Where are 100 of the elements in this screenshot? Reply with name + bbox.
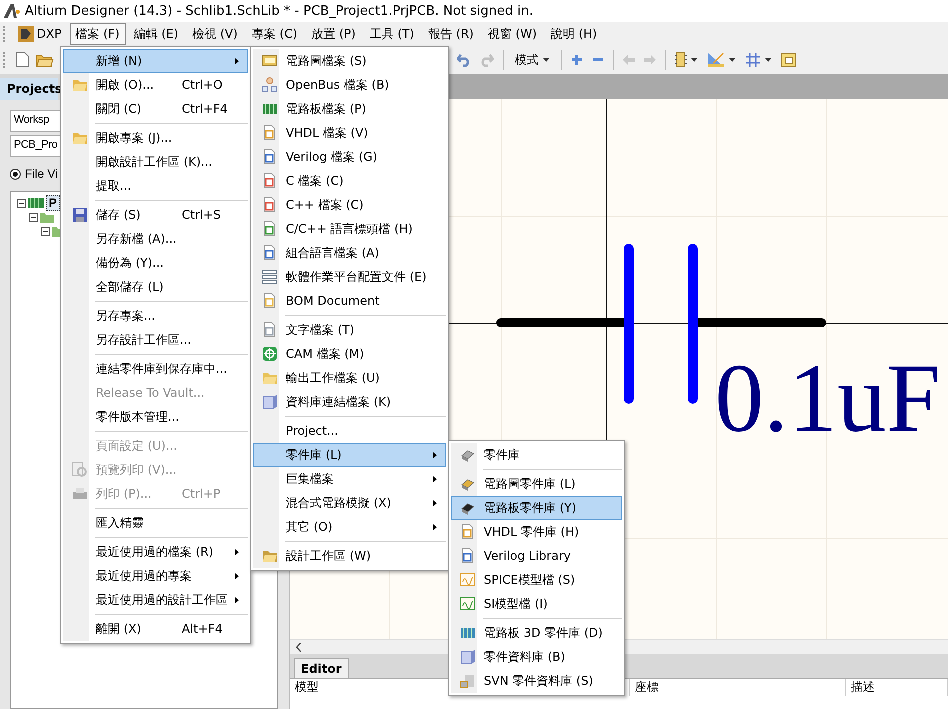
column-header[interactable]: 座標: [630, 679, 846, 696]
new-document-icon[interactable]: [16, 52, 30, 68]
database-icon: [262, 394, 278, 410]
menu-item[interactable]: 軟體作業平台配置文件 (E): [253, 265, 446, 289]
menu-item[interactable]: 儲存 (S) Ctrl+S: [63, 203, 248, 227]
printer-icon: [72, 486, 88, 502]
menu-item[interactable]: 電路圖檔案 (S): [253, 49, 446, 73]
menu-item[interactable]: 電路板檔案 (P): [253, 97, 446, 121]
menu-item[interactable]: 備份為 (Y)...: [63, 251, 248, 275]
menu-item[interactable]: SPICE模型檔 (S): [451, 568, 622, 592]
menu-item[interactable]: 電路板零件庫 (Y): [451, 496, 622, 520]
menu-item[interactable]: 零件資料庫 (B): [451, 645, 622, 669]
menu-item[interactable]: SVN 零件資料庫 (S): [451, 669, 622, 693]
dxp-icon: [18, 26, 34, 42]
column-header[interactable]: 描述: [846, 679, 948, 696]
submenu-arrow-icon: [235, 58, 239, 65]
menu-bar-item[interactable]: 放置 (P): [306, 23, 362, 45]
menu-item[interactable]: C/C++ 語言標頭檔 (H): [253, 217, 446, 241]
menu-item[interactable]: 最近使用過的設計工作區: [63, 588, 248, 612]
menu-item[interactable]: 其它 (O): [253, 515, 446, 539]
menu-item[interactable]: 電路圖零件庫 (L): [451, 472, 622, 496]
menu-bar-item[interactable]: 工具 (T): [364, 23, 420, 45]
menu-item[interactable]: 新增 (N): [63, 49, 248, 73]
tree-expander-icon[interactable]: [29, 212, 38, 222]
menu-item[interactable]: 零件庫: [451, 443, 622, 467]
menu-item[interactable]: CAM 檔案 (M): [253, 342, 446, 366]
menu-item[interactable]: VHDL 零件庫 (H): [451, 520, 622, 544]
menu-item[interactable]: 設計工作區 (W): [253, 544, 446, 568]
menu-item[interactable]: 另存專案...: [63, 304, 248, 328]
app-logo-icon: [3, 3, 21, 19]
tree-item[interactable]: P: [46, 195, 60, 211]
document-icon: [262, 197, 278, 213]
scroll-left-icon[interactable]: [296, 642, 302, 652]
menu-item[interactable]: 開啟設計工作區 (K)...: [63, 150, 248, 174]
zoom-in-icon[interactable]: [571, 54, 583, 66]
folder-icon: [262, 370, 278, 386]
dropdown-caret-icon: [543, 58, 550, 62]
menu-item[interactable]: 全部儲存 (L): [63, 275, 248, 299]
menu-item[interactable]: Verilog 檔案 (G): [253, 145, 446, 169]
menu-item[interactable]: 關閉 (C) Ctrl+F4: [63, 97, 248, 121]
menu-item[interactable]: 開啟專案 (J)...: [63, 126, 248, 150]
menu-item[interactable]: Verilog Library: [451, 544, 622, 568]
dropdown-caret-icon[interactable]: [765, 58, 772, 62]
menu-item[interactable]: 資料庫連結檔案 (K): [253, 390, 446, 414]
menu-item[interactable]: BOM Document: [253, 289, 446, 313]
dropdown-caret-icon[interactable]: [691, 58, 698, 62]
projects-panel-tab[interactable]: Projects: [0, 78, 58, 100]
folder-icon: [72, 130, 88, 146]
submenu-arrow-icon: [235, 549, 239, 556]
menu-item[interactable]: VHDL 檔案 (V): [253, 121, 446, 145]
dropdown-caret-icon[interactable]: [729, 58, 736, 62]
menu-item[interactable]: 電路板 3D 零件庫 (D): [451, 621, 622, 645]
menu-bar-item[interactable]: 檔案 (F): [70, 23, 126, 45]
menu-bar-item[interactable]: 編輯 (E): [128, 23, 185, 45]
menu-item[interactable]: 巨集檔案: [253, 467, 446, 491]
mode-dropdown[interactable]: 模式: [513, 52, 552, 68]
menu-bar-item[interactable]: DXP: [12, 23, 68, 45]
submenu-arrow-icon: [433, 524, 437, 531]
menu-item[interactable]: 最近使用過的專案: [63, 564, 248, 588]
grid-icon[interactable]: [745, 52, 761, 68]
tree-expander-icon[interactable]: [41, 226, 50, 236]
folder-icon: [72, 77, 88, 93]
folder-icon: [262, 548, 278, 564]
menu-item[interactable]: 另存設計工作區...: [63, 328, 248, 352]
undo-icon[interactable]: [457, 53, 471, 67]
document-icon: [262, 149, 278, 165]
menu-item[interactable]: 文字檔案 (T): [253, 318, 446, 342]
menu-item[interactable]: Project...: [253, 419, 446, 443]
folder-icon[interactable]: [781, 52, 797, 68]
radio-button[interactable]: [10, 168, 21, 180]
editor-tab[interactable]: Editor: [294, 658, 349, 678]
circuit-board-icon: [28, 197, 44, 209]
menu-item[interactable]: C 檔案 (C): [253, 169, 446, 193]
menu-bar-item[interactable]: 視窗 (W): [482, 23, 544, 45]
menu-item[interactable]: 另存新檔 (A)...: [63, 227, 248, 251]
document-icon: [262, 293, 278, 309]
tree-expander-icon[interactable]: [17, 198, 26, 208]
menu-item[interactable]: 零件版本管理...: [63, 405, 248, 429]
menu-item[interactable]: 組合語言檔案 (A): [253, 241, 446, 265]
menu-bar-item[interactable]: 檢視 (V): [186, 23, 244, 45]
menu-item[interactable]: 輸出工作檔案 (U): [253, 366, 446, 390]
database-icon: [460, 649, 476, 665]
menu-item[interactable]: 開啟 (O)... Ctrl+O: [63, 73, 248, 97]
menu-item[interactable]: 提取...: [63, 174, 248, 198]
component-icon[interactable]: [675, 52, 687, 68]
menu-item[interactable]: SI模型檔 (I): [451, 592, 622, 616]
menu-item[interactable]: C++ 檔案 (C): [253, 193, 446, 217]
menu-item[interactable]: 混合式電路模擬 (X): [253, 491, 446, 515]
menu-bar-item[interactable]: 說明 (H): [545, 23, 604, 45]
radio-label[interactable]: File Vi: [25, 167, 58, 181]
menu-bar-item[interactable]: 專案 (C): [246, 23, 304, 45]
menu-item[interactable]: 最近使用過的檔案 (R): [63, 540, 248, 564]
submenu-arrow-icon: [433, 452, 437, 459]
circuit-board-icon: [262, 101, 278, 117]
menu-item[interactable]: 離開 (X) Alt+F4: [63, 617, 248, 641]
menu-item[interactable]: 匯入精靈: [63, 511, 248, 535]
menu-item[interactable]: OpenBus 檔案 (B): [253, 73, 446, 97]
menu-item[interactable]: 連結零件庫到保存庫中...: [63, 357, 248, 381]
menu-bar-item[interactable]: 報告 (R): [422, 23, 480, 45]
menu-item[interactable]: 零件庫 (L): [253, 443, 446, 467]
